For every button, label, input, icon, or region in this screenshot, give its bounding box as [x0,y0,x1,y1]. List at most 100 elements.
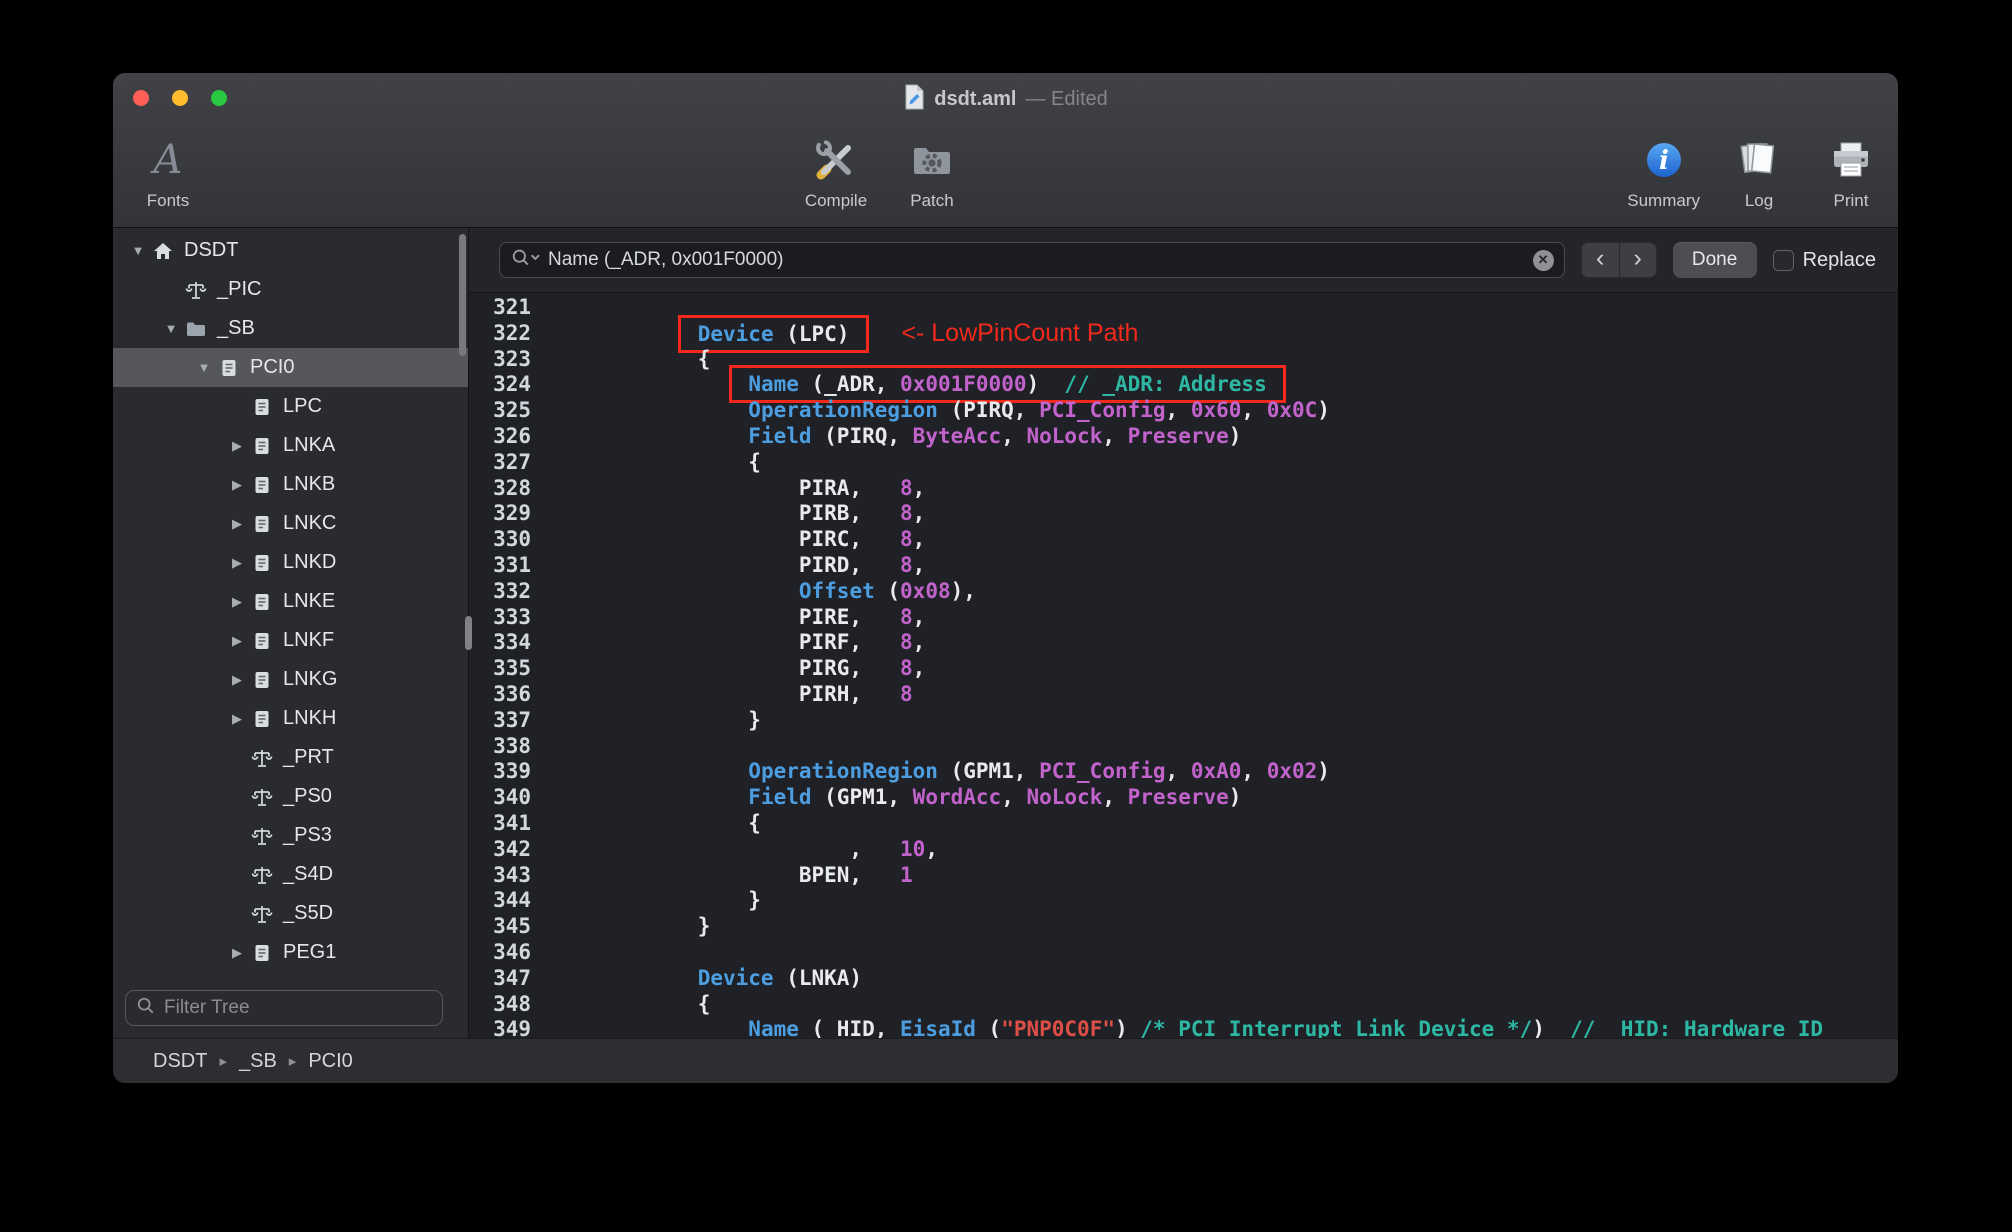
code-line: 332 Offset (0x08), [469,579,1898,605]
tree-item-label: LNKA [283,434,336,456]
code-token: OperationRegion [748,759,938,784]
tree-item-_ps3[interactable]: _PS3 [113,816,468,855]
code-token: BPEN, [546,862,901,887]
tree-item-_prt[interactable]: _PRT [113,738,468,777]
tree-item-label: DSDT [184,239,239,261]
done-button[interactable]: Done [1672,242,1757,278]
fonts-label: Fonts [146,191,190,210]
summary-button[interactable]: i Summary [1627,131,1700,211]
code-line: 337 } [469,708,1898,734]
breadcrumb-separator-icon: ▸ [288,1053,297,1070]
code-token: ), [950,578,976,603]
tree-item-_ps0[interactable]: _PS0 [113,777,468,816]
filter-tree-input[interactable]: Filter Tree [125,990,443,1026]
disclosure-closed-icon[interactable]: ▶ [224,594,250,610]
tree-item-lpc[interactable]: LPC [113,387,468,426]
code-token: ) [1532,1017,1571,1038]
print-button[interactable]: Print [1818,131,1884,211]
tree-item-_s4d[interactable]: _S4D [113,855,468,894]
tree-item-_s5d[interactable]: _S5D [113,894,468,933]
compile-button[interactable]: Compile [803,131,869,211]
code-token: (_HID, [798,1017,901,1038]
next-match-button[interactable]: › [1618,243,1656,277]
disclosure-open-icon[interactable]: ▼ [191,360,217,375]
code-line: 341 { [469,811,1898,837]
tree-item-peg1[interactable]: ▶ PEG1 [113,933,468,972]
code-token: } [546,707,761,732]
tree-item-label: LNKH [283,707,337,729]
fonts-button[interactable]: A Fonts [135,131,201,211]
code-text: PIRD, 8, [546,553,925,579]
annotation-box: Name (_ADR, 0x001F0000) // _ADR: Address [728,365,1287,404]
disclosure-closed-icon[interactable]: ▶ [224,672,250,688]
code-text: } [546,888,761,914]
disclosure-closed-icon[interactable]: ▶ [224,945,250,961]
code-token: 1 [900,862,913,887]
tree-item-dsdt[interactable]: ▼ DSDT [113,231,468,270]
patch-button[interactable]: Patch [899,131,965,211]
disclosure-closed-icon[interactable]: ▶ [224,711,250,727]
code-token: // _HID: Hardware ID [1570,1017,1824,1038]
tree-item-lnke[interactable]: ▶ LNKE [113,582,468,621]
code-token: 0x60 [1190,398,1242,423]
line-number: 323 [493,346,531,371]
previous-match-button[interactable]: ‹ [1581,243,1619,277]
tree-item-label: _PS0 [283,785,332,807]
disclosure-closed-icon[interactable]: ▶ [224,516,250,532]
log-button[interactable]: Log [1726,131,1792,211]
code-token: Field [748,785,812,810]
disclosure-closed-icon[interactable]: ▶ [224,633,250,649]
tree-item-_pic[interactable]: _PIC [113,270,468,309]
tree-item-lnkb[interactable]: ▶ LNKB [113,465,468,504]
code-text: { [546,347,711,373]
splitter-handle[interactable] [465,616,472,650]
disclosure-closed-icon[interactable]: ▶ [224,438,250,454]
title-bar[interactable]: dsdt.aml — Edited [113,73,1898,123]
disclosure-open-icon[interactable]: ▼ [158,321,184,336]
line-number: 348 [493,991,531,1016]
summary-icon: i [1642,131,1686,189]
tree-item-lnkf[interactable]: ▶ LNKF [113,621,468,660]
disclosure-closed-icon[interactable]: ▶ [224,477,250,493]
line-number: 332 [493,578,531,603]
code-token: (PIRQ, [811,423,913,448]
disclosure-open-icon[interactable]: ▼ [125,243,151,258]
breadcrumb-item-_sb[interactable]: _SB [239,1050,277,1073]
breadcrumb-item-pci0[interactable]: PCI0 [308,1050,352,1073]
sidebar-scrollbar[interactable] [459,234,466,356]
tree-item-lnkg[interactable]: ▶ LNKG [113,660,468,699]
code-token: ( [975,1017,1002,1038]
magnifier-icon [136,996,156,1021]
code-text: Device (LPC) <- LowPinCount Path [546,314,1138,353]
line-number: 344 [493,888,531,913]
clear-search-button[interactable]: ✕ [1532,249,1554,271]
tree-item-_sb[interactable]: ▼ _SB [113,309,468,348]
code-line: 349 Name (_HID, EisaId ("PNP0C0F") /* PC… [469,1017,1898,1038]
tree-item-lnka[interactable]: ▶ LNKA [113,426,468,465]
tree-item-lnkc[interactable]: ▶ LNKC [113,504,468,543]
code-line: 328 PIRA, 8, [469,476,1898,502]
disclosure-closed-icon[interactable]: ▶ [224,555,250,571]
tree-item-lnkd[interactable]: ▶ LNKD [113,543,468,582]
search-input[interactable]: Name (_ADR, 0x001F0000) ✕ [499,242,1565,278]
code-token: 8 [900,656,913,681]
code-token: ByteAcc [912,423,1002,448]
line-number: 328 [493,475,531,500]
code-line: 342 , 10, [469,837,1898,863]
code-token: PCI_Config [1039,398,1166,423]
code-line: 333 PIRE, 8, [469,605,1898,631]
replace-checkbox[interactable] [1772,249,1794,271]
method-icon [250,902,274,926]
line-number: 326 [493,423,531,448]
code-line: 336 PIRH, 8 [469,682,1898,708]
code-token: 0x0C [1266,398,1318,423]
log-label: Log [1744,191,1774,210]
code-editor[interactable]: 321 322 Device (LPC) <- LowPinCount Path 3… [469,293,1898,1038]
code-text: { [546,811,761,837]
tree-item-lnkh[interactable]: ▶ LNKH [113,699,468,738]
line-number: 347 [493,965,531,990]
tree-item-pci0[interactable]: ▼ PCI0 [113,348,468,387]
breadcrumb-item-dsdt[interactable]: DSDT [153,1050,207,1073]
